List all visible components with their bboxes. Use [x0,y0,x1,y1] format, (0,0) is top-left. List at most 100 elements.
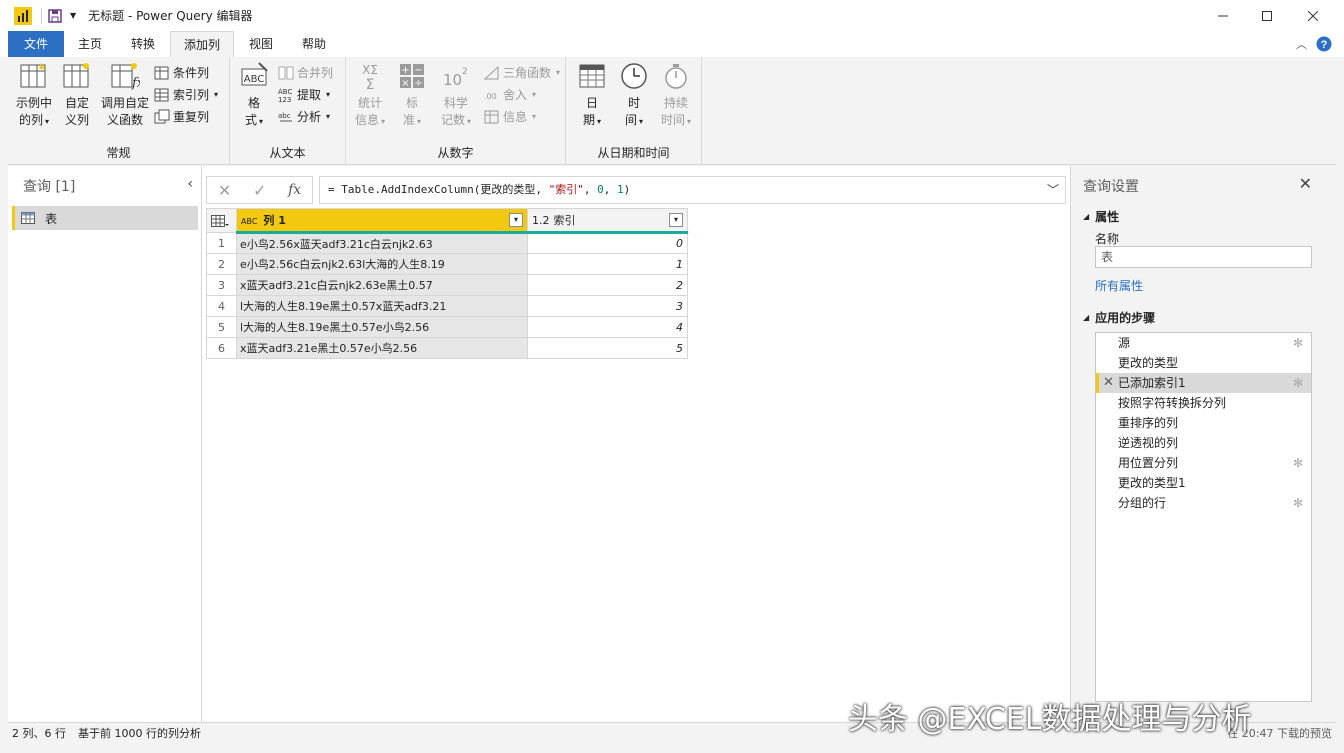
parse-button[interactable]: abc 分析 ▾ [278,107,330,127]
cell-col1[interactable]: e小鸟2.56x蓝天adf3.21c白云njk2.63 [236,232,528,254]
column-header-index[interactable]: 1.2 索引 ▾ [527,208,688,234]
column-profiling-status[interactable]: 基于前 1000 行的列分析 [78,723,201,745]
cell-col1[interactable]: x蓝天adf3.21c白云njk2.63e黑土0.57 [236,274,528,296]
decimal-type-icon[interactable]: 1.2 [532,214,550,227]
trigonometry-button[interactable]: 三角函数 ▾ [484,63,560,83]
maximize-button[interactable] [1244,0,1290,31]
fx-icon[interactable]: fx [288,182,301,198]
format-button[interactable]: ABC 格 式 ▾ [234,61,274,130]
cancel-formula-icon[interactable]: ✕ [218,181,231,200]
scientific-button[interactable]: 10 2 科学 记数 ▾ [434,61,478,130]
cell-index[interactable]: 4 [527,316,688,338]
row-number[interactable]: 5 [206,316,237,338]
collapse-ribbon-icon[interactable]: ︿ [1296,36,1307,52]
table-row[interactable]: 4 l大海的人生8.19e黑土0.57x蓝天adf3.21 3 [206,295,688,317]
commit-formula-icon[interactable]: ✓ [253,181,266,200]
tab-help[interactable]: 帮助 [288,31,340,57]
query-name-input[interactable]: 表 [1095,246,1312,268]
filter-dropdown-icon[interactable]: ▾ [509,213,523,227]
expand-formula-icon[interactable]: ﹀ [1047,177,1059,203]
row-number[interactable]: 4 [206,295,237,317]
cell-col1[interactable]: l大海的人生8.19e黑土0.57x蓝天adf3.21 [236,295,528,317]
date-button[interactable]: 日 期 ▾ [572,61,612,130]
step-settings-gear-icon[interactable]: ✻ [1293,453,1303,473]
index-column-button[interactable]: 索引列 ▾ [154,85,218,105]
tab-add-column[interactable]: 添加列 [170,31,234,57]
table-row[interactable]: 3 x蓝天adf3.21c白云njk2.63e黑土0.57 2 [206,274,688,296]
statistics-button[interactable]: XΣ Σ 统计 信息 ▾ [350,61,390,130]
calendar-icon [579,64,605,88]
collapse-queries-icon[interactable]: ‹ [187,176,193,192]
conditional-column-icon [154,66,169,80]
cell-index[interactable]: 0 [527,232,688,254]
duration-button[interactable]: 持续 时间 ▾ [656,61,696,130]
applied-step[interactable]: ✕ 已添加索引1 ✻ [1096,373,1311,393]
merge-columns-button[interactable]: 合并列 [278,63,333,83]
duplicate-column-label: 重复列 [173,110,210,124]
extract-button[interactable]: ABC 123 提取 ▾ [278,85,330,105]
cell-index[interactable]: 3 [527,295,688,317]
column-header-col1[interactable]: ABC 列 1 ▾ [236,208,528,234]
cell-index[interactable]: 5 [527,337,688,359]
standard-button[interactable]: + − × ÷ 标 准 ▾ [392,61,432,130]
svg-text:ABC: ABC [278,88,292,96]
row-number[interactable]: 1 [206,232,237,254]
tab-home[interactable]: 主页 [64,31,116,57]
step-settings-gear-icon[interactable]: ✻ [1293,373,1303,393]
tab-transform[interactable]: 转换 [116,31,170,57]
close-window-button[interactable] [1290,0,1336,31]
text-type-icon[interactable]: ABC [241,217,257,226]
applied-step[interactable]: 逆透视的列 [1096,433,1311,453]
table-row[interactable]: 5 l大海的人生8.19e黑土0.57e小鸟2.56 4 [206,316,688,338]
conditional-column-button[interactable]: 条件列 [154,63,209,83]
custom-column-button[interactable]: 自定 义列 [58,61,96,129]
query-item[interactable]: 表 [12,206,198,230]
table-menu-button[interactable] [206,208,237,233]
standard-label-1: 标 [405,96,418,110]
duplicate-column-button[interactable]: 重复列 [154,107,209,127]
applied-steps-section[interactable]: ◢ 应用的步骤 [1083,309,1155,326]
formula-input[interactable]: = Table.AddIndexColumn(更改的类型, "索引", 0, 1… [319,176,1066,204]
step-settings-gear-icon[interactable]: ✻ [1293,493,1303,513]
applied-step[interactable]: 重排序的列 [1096,413,1311,433]
stopwatch-icon [665,64,687,89]
minimize-button[interactable] [1200,0,1246,31]
quick-access-dropdown-icon[interactable]: ▼ [70,11,76,20]
invoke-custom-function-button[interactable]: fx 调用自定 义函数 [98,61,152,129]
column-from-examples-button[interactable]: 示例中 的列 ▾ [12,61,56,130]
delete-step-icon[interactable]: ✕ [1103,373,1114,393]
applied-steps-list: 源 ✻ 更改的类型 ✕ 已添加索引1 ✻ 按照字符转换拆分列 重排序的列 逆透视的列 用位置分列 ✻… [1095,332,1312,702]
filter-dropdown-icon[interactable]: ▾ [669,213,683,227]
all-properties-link[interactable]: 所有属性 [1095,277,1143,294]
row-number[interactable]: 6 [206,337,237,359]
cell-col1[interactable]: e小鸟2.56c白云njk2.63l大海的人生8.19 [236,253,528,275]
applied-step[interactable]: 更改的类型1 [1096,473,1311,493]
row-number[interactable]: 2 [206,253,237,275]
cell-index[interactable]: 1 [527,253,688,275]
save-icon[interactable] [48,8,62,23]
cell-col1[interactable]: x蓝天adf3.21e黑土0.57e小鸟2.56 [236,337,528,359]
data-preview-area: ✕ ✓ fx = Table.AddIndexColumn(更改的类型, "索引… [202,166,1070,722]
cell-col1[interactable]: l大海的人生8.19e黑土0.57e小鸟2.56 [236,316,528,338]
applied-step[interactable]: 更改的类型 [1096,353,1311,373]
properties-section[interactable]: ◢ 属性 [1083,208,1119,225]
row-number[interactable]: 3 [206,274,237,296]
applied-step[interactable]: 按照字符转换拆分列 [1096,393,1311,413]
information-button[interactable]: 信息 ▾ [484,107,536,127]
rounding-button[interactable]: .00 舍入 ▾ [484,85,536,105]
applied-step[interactable]: 源 ✻ [1096,333,1311,353]
tab-view[interactable]: 视图 [234,31,288,57]
merge-columns-icon [278,66,294,80]
table-row[interactable]: 6 x蓝天adf3.21e黑土0.57e小鸟2.56 5 [206,337,688,359]
cell-index[interactable]: 2 [527,274,688,296]
step-settings-gear-icon[interactable]: ✻ [1293,333,1303,353]
row-column-count: 2 列、6 行 [12,727,66,740]
close-settings-icon[interactable]: ✕ [1299,174,1312,193]
time-button[interactable]: 时 间 ▾ [614,61,654,130]
applied-step[interactable]: 用位置分列 ✻ [1096,453,1311,473]
table-row[interactable]: 1 e小鸟2.56x蓝天adf3.21c白云njk2.63 0 [206,232,688,254]
table-row[interactable]: 2 e小鸟2.56c白云njk2.63l大海的人生8.19 1 [206,253,688,275]
applied-step[interactable]: 分组的行 ✻ [1096,493,1311,513]
help-icon[interactable]: ? [1316,36,1332,52]
tab-file[interactable]: 文件 [8,31,64,57]
